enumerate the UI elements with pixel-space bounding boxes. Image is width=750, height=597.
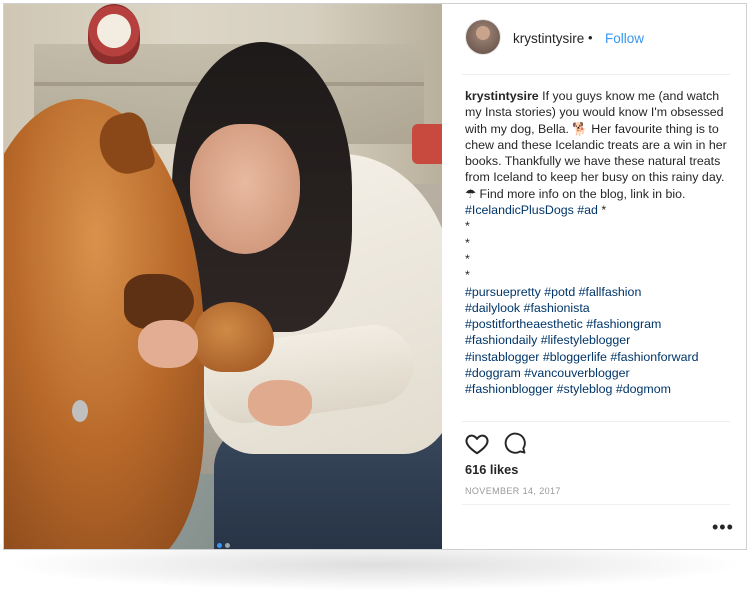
heart-icon[interactable] [464, 431, 490, 457]
like-count[interactable]: 616 likes [465, 462, 518, 477]
hashtag-line[interactable]: #fashiondaily #lifestyleblogger [465, 332, 727, 348]
caption-star-line: * [465, 235, 470, 250]
hashtag-line[interactable]: #dailylook #fashionista [465, 300, 727, 316]
carousel-dot [225, 543, 230, 548]
hashtag-line[interactable]: #pursuepretty #potd #fallfashion [465, 284, 727, 300]
photo-hand [138, 320, 198, 368]
header-username[interactable]: krystintysire [513, 31, 584, 46]
avatar[interactable] [466, 20, 500, 54]
hashtag-line[interactable]: #instablogger #bloggerlife #fashionforwa… [465, 349, 727, 365]
header-separator: • [588, 30, 593, 45]
carousel-dot-active [217, 543, 222, 548]
hashtag-line[interactable]: #fashionblogger #styleblog #dogmom [465, 381, 727, 397]
divider [462, 504, 730, 505]
follow-button[interactable]: Follow [605, 31, 644, 46]
post-side-panel: krystintysire • Follow krystintysire If … [442, 4, 746, 549]
post-photo[interactable] [4, 4, 442, 549]
photo-clock [88, 4, 140, 64]
divider [462, 74, 730, 75]
carousel-indicator [217, 535, 233, 549]
photo-face [190, 124, 300, 254]
divider [462, 421, 730, 422]
caption-star-line: * [465, 251, 470, 266]
more-options-icon[interactable]: ••• [712, 517, 734, 538]
post-date: NOVEMBER 14, 2017 [465, 486, 561, 496]
comment-icon[interactable] [503, 431, 527, 455]
caption-star-line: * [465, 268, 470, 283]
post-header: krystintysire • Follow [442, 4, 746, 74]
caption-star-line: * [465, 219, 470, 234]
post-card: krystintysire • Follow krystintysire If … [3, 3, 747, 550]
caption-text: If you guys know me (and watch my Insta … [465, 89, 727, 201]
caption-body: krystintysire If you guys know me (and w… [465, 88, 727, 218]
photo-hand [248, 380, 312, 426]
caption: krystintysire If you guys know me (and w… [465, 88, 727, 398]
caption-hashtags-inline[interactable]: #IcelandicPlusDogs #ad [465, 203, 598, 217]
caption-username[interactable]: krystintysire [465, 89, 539, 103]
photo-red-object [412, 124, 442, 164]
hashtag-line[interactable]: #doggram #vancouverblogger [465, 365, 727, 381]
hashtag-line[interactable]: #postitfortheaesthetic #fashiongram [465, 316, 727, 332]
photo-dog-tag [72, 400, 88, 422]
caption-star: * [601, 203, 607, 218]
